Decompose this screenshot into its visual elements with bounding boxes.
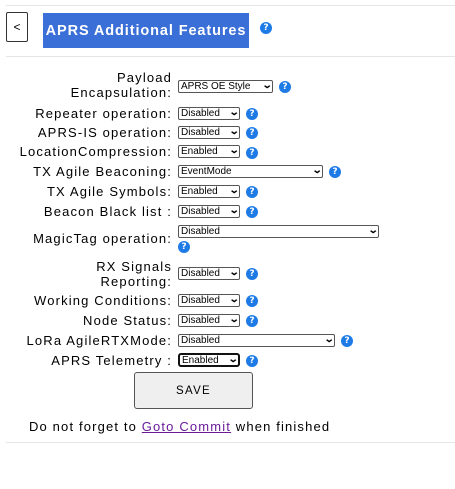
note-text: Do not forget to	[29, 419, 142, 434]
select-value: Disabled	[181, 108, 220, 119]
page-title: APRS Additional Features	[43, 13, 249, 48]
label-line: Payload	[116, 70, 172, 85]
payload-encapsulation-select[interactable]: APRS OE Style ⌄	[178, 80, 273, 93]
note-text: when finished	[231, 419, 331, 434]
top-divider	[6, 5, 455, 6]
label-line: Reporting:	[100, 274, 172, 289]
select-value: Disabled	[181, 295, 220, 306]
beacon-black-list-select[interactable]: Disabled ⌄	[178, 205, 240, 218]
label-line: RX Signals	[96, 259, 172, 274]
rx-signals-reporting-select[interactable]: Disabled ⌄	[178, 267, 240, 280]
select-value: Disabled	[181, 127, 220, 138]
tx-agile-symbols-select[interactable]: Enabled ⌄	[178, 185, 240, 198]
select-value: Enabled	[181, 146, 218, 157]
chevron-down-icon: ⌄	[311, 165, 323, 176]
aprs-telemetry-label: APRS Telemetry :	[51, 353, 172, 368]
chevron-down-icon: ⌄	[228, 185, 240, 196]
help-icon[interactable]: ?	[246, 186, 258, 198]
select-value: Enabled	[181, 186, 218, 197]
rx-signals-reporting-label: RX Signals Reporting:	[96, 260, 172, 288]
chevron-down-icon: ⌄	[228, 205, 240, 216]
chevron-down-icon: ⌄	[228, 294, 240, 305]
select-value: APRS OE Style	[181, 81, 251, 92]
help-icon[interactable]: ?	[246, 315, 258, 327]
save-button[interactable]: SAVE	[134, 372, 253, 409]
footer-divider	[6, 442, 455, 443]
aprs-is-operation-label: APRS-IS operation:	[37, 125, 172, 140]
help-icon[interactable]: ?	[246, 127, 258, 139]
tx-agile-beaconing-label: TX Agile Beaconing:	[33, 164, 172, 179]
tx-agile-beaconing-select[interactable]: EventMode ⌄	[178, 165, 323, 178]
working-conditions-label: Working Conditions:	[34, 293, 172, 308]
help-icon[interactable]: ?	[341, 335, 353, 347]
location-compression-select[interactable]: Enabled ⌄	[178, 145, 240, 158]
node-status-label: Node Status:	[83, 313, 172, 328]
repeater-operation-select[interactable]: Disabled ⌄	[178, 107, 240, 120]
node-status-select[interactable]: Disabled ⌄	[178, 314, 240, 327]
tx-agile-symbols-label: TX Agile Symbols:	[46, 184, 172, 199]
chevron-down-icon: ⌄	[323, 334, 335, 345]
aprs-is-operation-select[interactable]: Disabled ⌄	[178, 126, 240, 139]
chevron-down-icon: ⌄	[367, 225, 379, 236]
chevron-down-icon: ⌄	[228, 126, 240, 137]
help-icon[interactable]: ?	[246, 206, 258, 218]
chevron-down-icon: ⌄	[227, 354, 239, 365]
select-value: Disabled	[181, 335, 220, 346]
lora-agilertxmode-label: LoRa AgileRTXMode:	[26, 333, 172, 348]
commit-reminder: Do not forget to Goto Commit when finish…	[29, 419, 330, 434]
header-divider	[6, 56, 455, 57]
label-line: Encapsulation:	[70, 85, 172, 100]
select-value: EventMode	[181, 166, 232, 177]
chevron-down-icon: ⌄	[228, 267, 240, 278]
help-icon[interactable]: ?	[246, 268, 258, 280]
help-icon[interactable]: ?	[246, 147, 258, 159]
chevron-down-icon: ⌄	[228, 145, 240, 156]
select-value: Disabled	[181, 206, 220, 217]
select-value: Disabled	[181, 226, 220, 237]
chevron-down-icon: ⌄	[261, 80, 273, 91]
select-value: Disabled	[181, 268, 220, 279]
location-compression-label: LocationCompression:	[19, 144, 172, 159]
aprs-telemetry-select[interactable]: Enabled ⌄	[178, 353, 240, 367]
magictag-operation-label: MagicTag operation:	[33, 231, 172, 246]
goto-commit-link[interactable]: Goto Commit	[142, 419, 231, 434]
select-value: Disabled	[181, 315, 220, 326]
help-icon[interactable]: ?	[246, 108, 258, 120]
repeater-operation-label: Repeater operation:	[35, 106, 172, 121]
select-value: Enabled	[182, 355, 219, 366]
help-icon[interactable]: ?	[246, 295, 258, 307]
beacon-black-list-label: Beacon Black list :	[43, 204, 172, 219]
magictag-operation-select[interactable]: Disabled ⌄	[178, 225, 379, 238]
help-icon[interactable]: ?	[279, 81, 291, 93]
help-icon[interactable]: ?	[260, 22, 272, 34]
working-conditions-select[interactable]: Disabled ⌄	[178, 294, 240, 307]
help-icon[interactable]: ?	[178, 241, 190, 253]
lora-agilertxmode-select[interactable]: Disabled ⌄	[178, 334, 335, 347]
help-icon[interactable]: ?	[329, 166, 341, 178]
back-button[interactable]: <	[6, 12, 28, 42]
payload-encapsulation-label: Payload Encapsulation:	[71, 71, 172, 99]
chevron-down-icon: ⌄	[228, 107, 240, 118]
chevron-down-icon: ⌄	[228, 314, 240, 325]
help-icon[interactable]: ?	[246, 355, 258, 367]
